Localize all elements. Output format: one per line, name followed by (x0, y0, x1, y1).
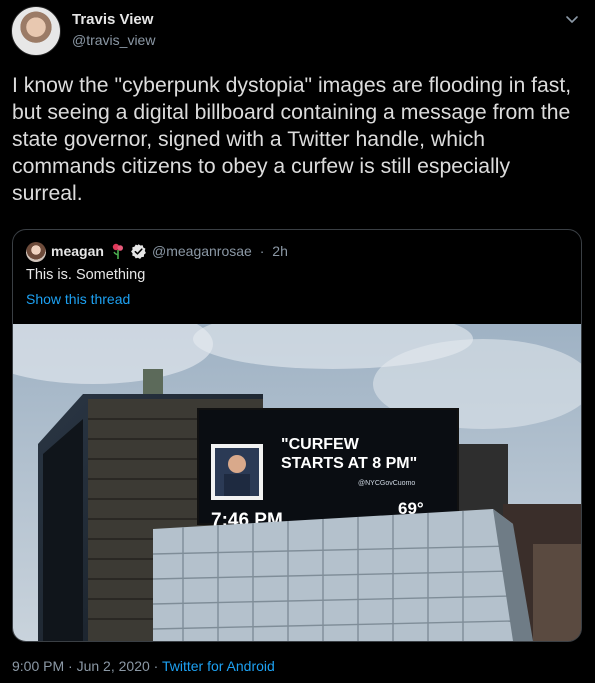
billboard-signature: @NYCGovCuomo (358, 480, 415, 487)
quoted-meta: @meaganrosae · 2h (152, 243, 292, 259)
billboard-line-2: STARTS AT 8 PM" (281, 455, 417, 472)
footer-separator: · (68, 658, 73, 674)
quoted-tweet[interactable]: meagan @meaganrosae · 2h This is. Someth… (12, 229, 582, 642)
footer-separator: · (153, 658, 159, 674)
author-name[interactable]: Travis View (72, 11, 153, 28)
author-handle[interactable]: @travis_view (72, 32, 155, 48)
billboard-line-1: "CURFEW (281, 436, 360, 453)
tweet-footer: 9:00 PM · Jun 2, 2020 · Twitter for Andr… (12, 658, 275, 674)
tweet-card: Travis View @travis_view I know the "cyb… (0, 0, 595, 683)
footer-time[interactable]: 9:00 PM (12, 658, 64, 674)
quoted-text: This is. Something (26, 267, 146, 283)
chevron-down-icon[interactable] (563, 10, 581, 28)
quoted-avatar[interactable] (26, 242, 46, 262)
emoji-icon (112, 243, 123, 259)
show-thread-link[interactable]: Show this thread (26, 291, 130, 307)
tweet-text: I know the "cyberpunk dystopia" images a… (12, 74, 572, 205)
quoted-author-name[interactable]: meagan (51, 243, 104, 259)
author-avatar[interactable] (11, 6, 61, 56)
quoted-time[interactable]: 2h (272, 243, 288, 259)
meta-separator: · (259, 243, 265, 259)
verified-badge-icon (131, 244, 146, 259)
source-link[interactable]: Twitter for Android (162, 658, 275, 674)
quoted-handle[interactable]: @meaganrosae (152, 243, 252, 259)
footer-date[interactable]: Jun 2, 2020 (77, 658, 150, 674)
billboard-photo[interactable]: "CURFEW STARTS AT 8 PM" @NYCGovCuomo 7:4… (13, 324, 581, 641)
